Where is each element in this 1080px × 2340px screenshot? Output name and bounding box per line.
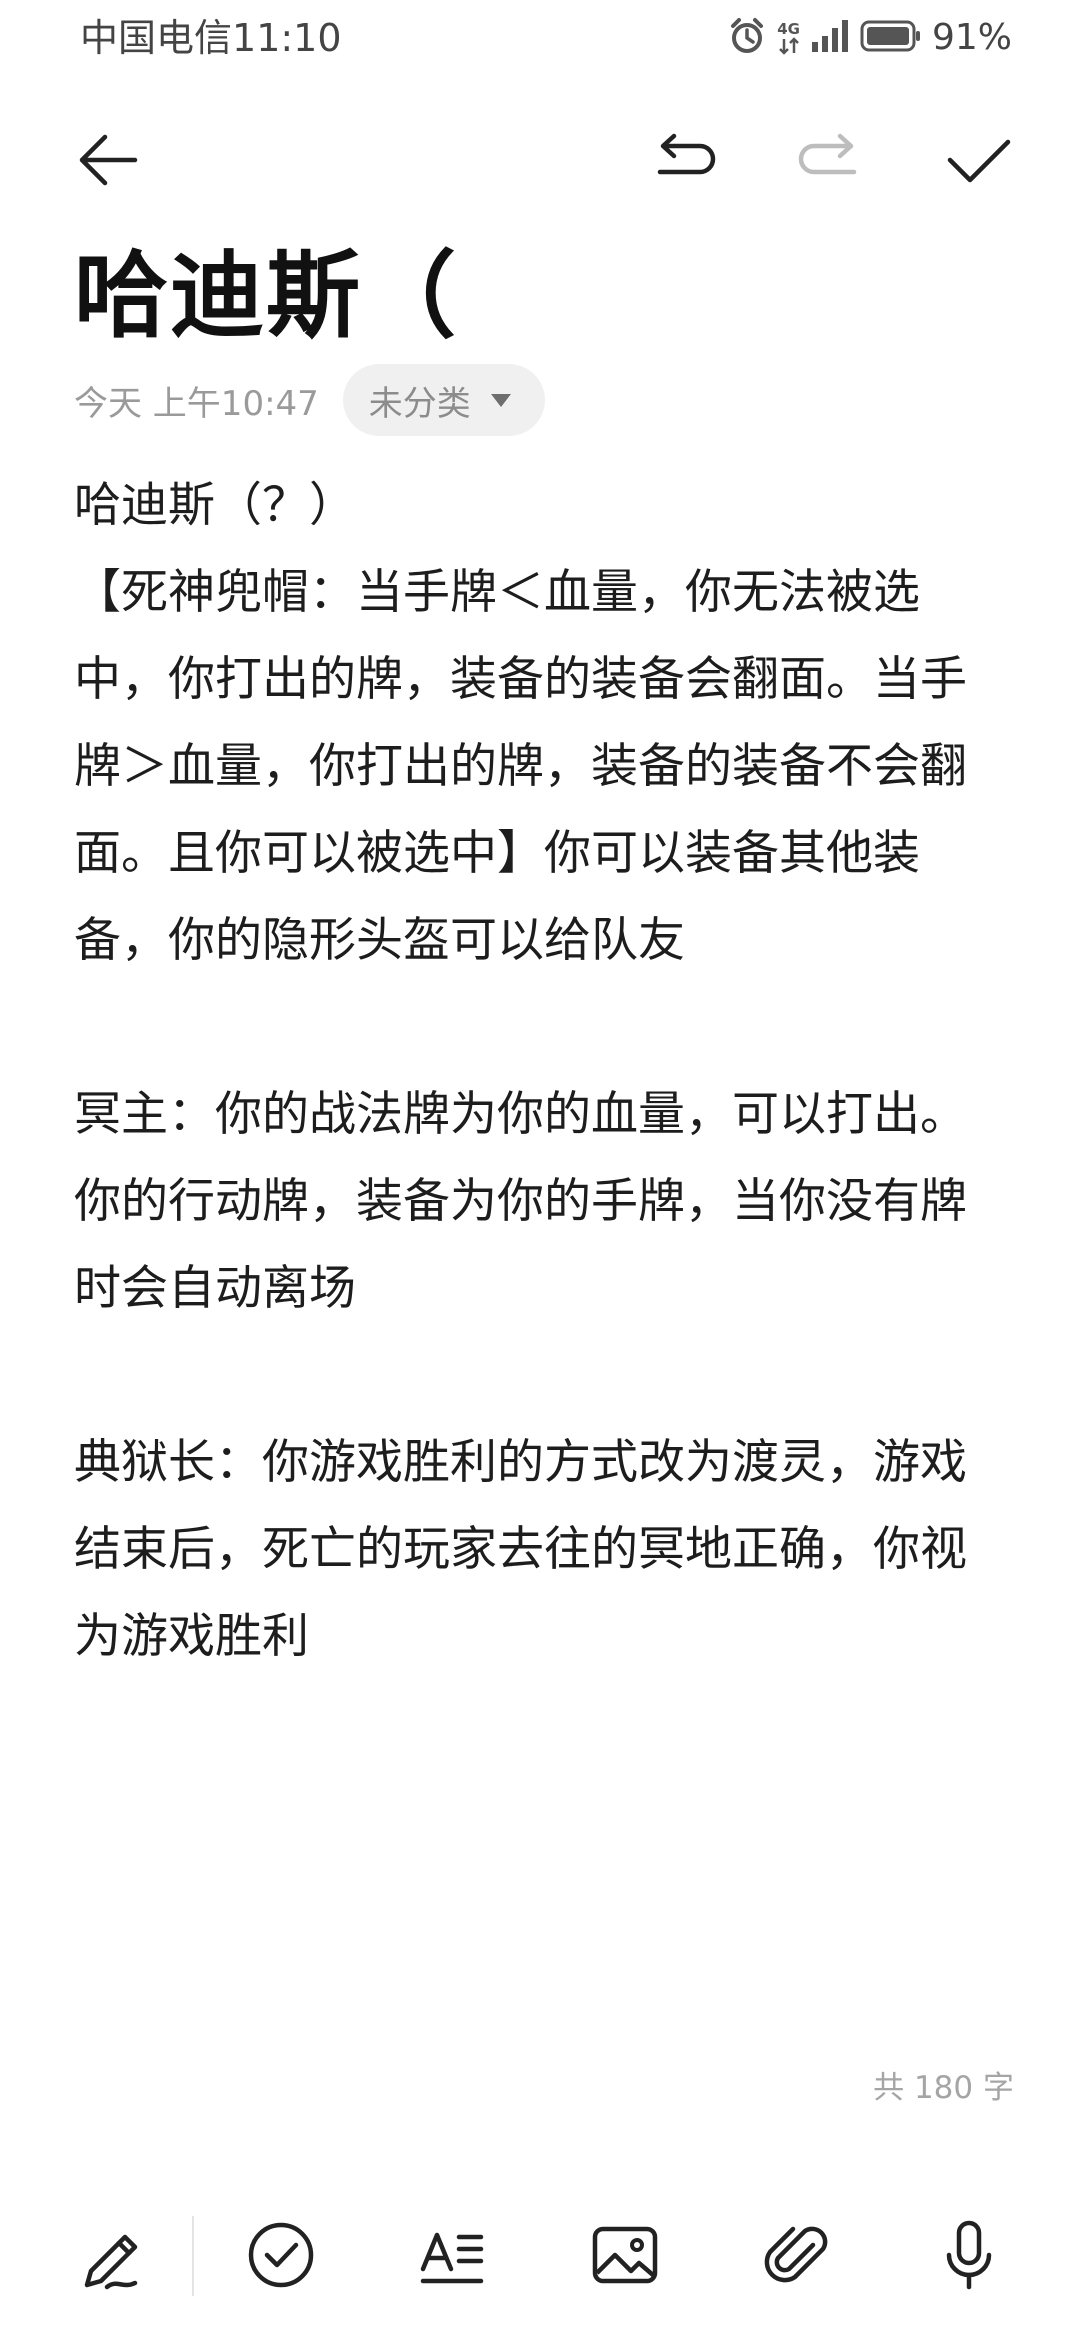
note-paragraph-2: 冥主：你的战法牌为你的血量，可以打出。你的行动牌，装备为你的手牌，当你没有牌时会… bbox=[74, 1087, 967, 1316]
note-meta: 今天 上午10:47 未分类 bbox=[74, 362, 545, 438]
category-label: 未分类 bbox=[368, 383, 471, 424]
handwriting-pen-icon bbox=[84, 2234, 138, 2290]
carrier-name: 中国电信 bbox=[80, 16, 233, 60]
battery-icon bbox=[860, 19, 922, 57]
checklist-icon bbox=[248, 2222, 314, 2288]
attachment-button[interactable] bbox=[742, 2200, 852, 2310]
category-dropdown[interactable]: 未分类 bbox=[342, 364, 545, 436]
text-format-button[interactable] bbox=[398, 2200, 508, 2310]
text-format-icon bbox=[420, 2232, 484, 2284]
clock: 11:10 bbox=[232, 16, 342, 60]
insert-image-button[interactable] bbox=[570, 2200, 680, 2310]
undo-icon bbox=[657, 133, 716, 175]
network-type-icon: 4G bbox=[777, 21, 800, 55]
check-icon bbox=[947, 139, 1011, 183]
note-date: 今天 上午10:47 bbox=[74, 383, 319, 424]
battery-percent: 91% bbox=[931, 17, 1012, 58]
redo-button[interactable] bbox=[778, 110, 878, 210]
done-button[interactable] bbox=[928, 110, 1028, 210]
voice-input-button[interactable] bbox=[914, 2200, 1024, 2310]
bottom-toolbar bbox=[0, 2200, 1080, 2310]
status-left: 中国电信11:10 bbox=[80, 12, 342, 64]
handwriting-button[interactable] bbox=[56, 2200, 166, 2310]
network-type-label: 4G bbox=[777, 20, 800, 38]
image-icon bbox=[592, 2226, 658, 2284]
toolbar-divider bbox=[192, 2216, 194, 2296]
back-button[interactable] bbox=[58, 110, 158, 210]
status-bar: 中国电信11:10 4G 91% bbox=[0, 0, 1080, 78]
signal-icon bbox=[810, 18, 850, 58]
undo-button[interactable] bbox=[636, 110, 736, 210]
note-title[interactable]: 哈迪斯（ bbox=[74, 232, 458, 362]
microphone-icon bbox=[946, 2220, 992, 2290]
status-right: 4G 91% bbox=[727, 12, 1012, 64]
note-body[interactable]: 哈迪斯（？） 【死神兜帽：当手牌＜血量，你无法被选中，你打出的牌，装备的装备会翻… bbox=[74, 462, 1004, 1680]
editor-toolbar bbox=[0, 110, 1080, 210]
redo-icon bbox=[798, 133, 857, 175]
alarm-icon bbox=[727, 16, 767, 60]
note-paragraph-1: 哈迪斯（？） 【死神兜帽：当手牌＜血量，你无法被选中，你打出的牌，装备的装备会翻… bbox=[74, 478, 967, 968]
checklist-button[interactable] bbox=[226, 2200, 336, 2310]
word-count: 共 180 字 bbox=[873, 2070, 1014, 2106]
attachment-icon bbox=[764, 2226, 828, 2283]
note-paragraph-3: 典狱长：你游戏胜利的方式改为渡灵，游戏结束后，死亡的玩家去往的冥地正确，你视为游… bbox=[74, 1435, 967, 1664]
triangle-down-icon bbox=[490, 394, 511, 407]
arrow-left-icon bbox=[79, 134, 138, 186]
